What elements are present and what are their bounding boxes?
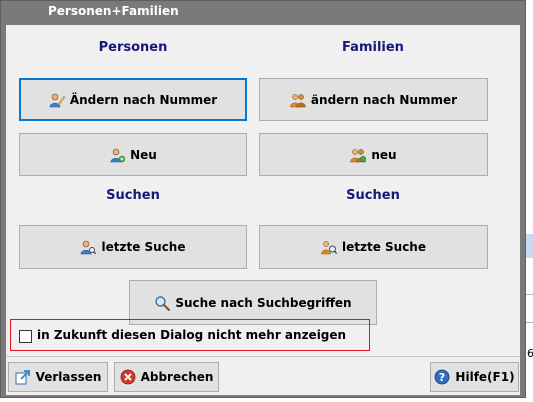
leave-button[interactable]: Verlassen xyxy=(8,362,108,392)
new-family-icon xyxy=(350,147,367,163)
person-edit-by-number-button[interactable]: Ändern nach Nummer xyxy=(19,78,247,121)
dialog-content: Personen Familien Ändern nach Nummer änd… xyxy=(6,25,520,395)
search-persons-heading: Suchen xyxy=(106,188,160,203)
person-edit-by-number-label: Ändern nach Nummer xyxy=(69,92,218,107)
help-label: Hilfe(F1) xyxy=(455,370,515,384)
dont-show-again-option: in Zukunft diesen Dialog nicht mehr anze… xyxy=(10,319,370,351)
family-search-icon xyxy=(321,239,337,255)
personen-heading: Personen xyxy=(98,40,168,55)
new-family-label: neu xyxy=(371,147,397,162)
new-family-button[interactable]: neu xyxy=(259,133,488,176)
cancel-icon xyxy=(120,369,136,385)
help-icon: ? xyxy=(434,369,450,385)
background-edge-text: 6 xyxy=(527,347,533,360)
last-search-families-button[interactable]: letzte Suche xyxy=(259,225,488,269)
person-edit-icon xyxy=(49,92,65,108)
search-by-keywords-label: Suche nach Suchbegriffen xyxy=(175,295,352,310)
family-edit-by-number-button[interactable]: ändern nach Nummer xyxy=(259,78,488,121)
personen-familien-dialog: Personen+Familien Personen Familien Ände… xyxy=(0,0,526,398)
footer-divider xyxy=(6,356,520,357)
new-person-label: Neu xyxy=(130,147,157,162)
cancel-button[interactable]: Abbrechen xyxy=(114,362,219,392)
new-person-button[interactable]: Neu xyxy=(19,133,247,176)
help-button[interactable]: ? Hilfe(F1) xyxy=(430,362,519,392)
search-families-heading: Suchen xyxy=(346,188,400,203)
last-search-families-label: letzte Suche xyxy=(341,240,426,254)
exit-icon xyxy=(15,369,31,385)
leave-label: Verlassen xyxy=(35,370,102,384)
dialog-title: Personen+Familien xyxy=(48,4,179,18)
person-search-icon xyxy=(80,239,97,255)
dont-show-again-label[interactable]: in Zukunft diesen Dialog nicht mehr anze… xyxy=(37,328,346,342)
cancel-label: Abbrechen xyxy=(140,370,214,384)
family-edit-icon xyxy=(290,92,306,108)
last-search-persons-button[interactable]: letzte Suche xyxy=(19,225,247,269)
background-grid-line xyxy=(526,294,533,295)
magnifier-icon xyxy=(154,295,171,311)
familien-heading: Familien xyxy=(342,40,404,55)
last-search-persons-label: letzte Suche xyxy=(101,240,186,254)
background-grid-line xyxy=(526,322,533,323)
new-person-icon xyxy=(109,147,126,163)
background-row-highlight xyxy=(526,234,533,258)
family-edit-by-number-label: ändern nach Nummer xyxy=(310,92,458,107)
svg-text:?: ? xyxy=(439,371,445,384)
dont-show-again-checkbox[interactable] xyxy=(19,330,32,343)
